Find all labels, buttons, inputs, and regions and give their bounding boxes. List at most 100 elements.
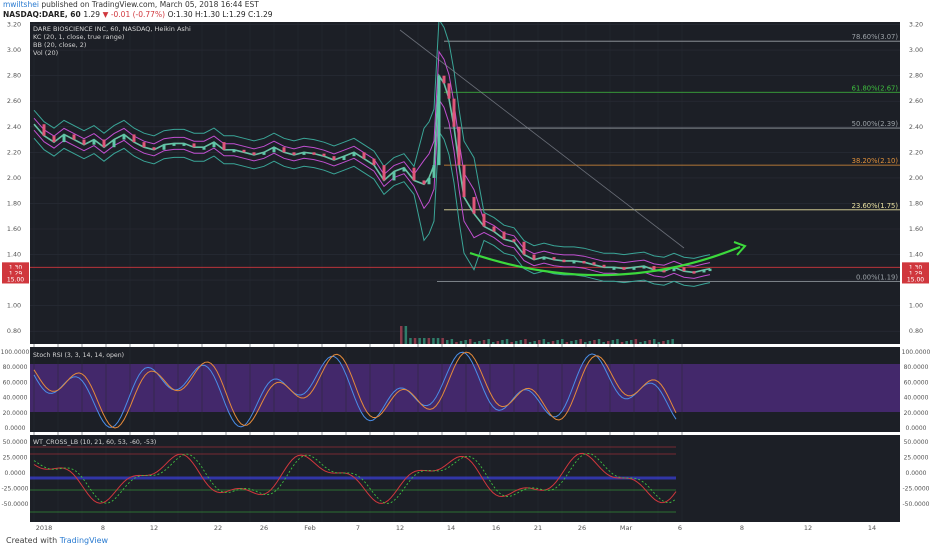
- published-text: published on TradingView.com, March 05, …: [41, 0, 259, 9]
- price-candle: [682, 267, 686, 272]
- stoch-tick-right: 0.0000: [906, 425, 927, 432]
- price-candle: [632, 267, 636, 270]
- price-tick-left: 3.20: [7, 22, 21, 29]
- price-tick-right: 2.20: [909, 148, 923, 156]
- tradingview-link[interactable]: TradingView: [60, 536, 108, 545]
- wt-tick-right: -50.0000: [903, 501, 930, 508]
- price-tag-text: 15.00: [7, 276, 24, 283]
- price-candle: [452, 98, 456, 127]
- price-candle: [262, 152, 266, 155]
- chart-footer: Created with TradingView: [0, 534, 932, 550]
- price-candle: [272, 147, 276, 153]
- price-tick-left: 1.00: [7, 302, 21, 310]
- price-candle: [82, 139, 86, 145]
- stoch-tick-left: 40.0000: [3, 395, 28, 402]
- price-candle: [62, 134, 66, 143]
- price-candle: [422, 180, 426, 185]
- legend-kc: KC (20, 1, close, true range): [33, 33, 124, 41]
- price-candle: [132, 134, 136, 143]
- price-tag-text: 15.00: [907, 276, 924, 283]
- price-candle: [72, 134, 76, 140]
- stoch-tick-left: 80.0000: [3, 364, 28, 371]
- price-candle: [427, 177, 431, 185]
- price-candle: [352, 152, 356, 157]
- price-tick-left: 1.80: [7, 199, 21, 207]
- volume-bar: [423, 338, 426, 344]
- stoch-tick-left: 0.0000: [5, 425, 26, 432]
- price-tick-left: 2.60: [7, 97, 21, 105]
- price-tick-left: 2.40: [7, 123, 21, 131]
- price-candle: [432, 165, 436, 178]
- price-candle: [582, 260, 586, 264]
- volume-bar: [501, 340, 504, 344]
- price-candle: [542, 257, 546, 260]
- price-tick-right: 2.40: [909, 123, 923, 131]
- price-candle: [282, 147, 286, 153]
- price-candle: [642, 266, 646, 269]
- price-candle: [602, 264, 606, 268]
- time-axis-label: 21: [534, 524, 542, 532]
- volume-bar: [459, 341, 463, 344]
- price-candle: [112, 139, 116, 148]
- volume-bar: [616, 339, 619, 344]
- volume-bar: [547, 342, 550, 344]
- price-candle: [482, 213, 486, 227]
- price-candle: [362, 152, 366, 159]
- price-candle: [442, 75, 446, 84]
- price-tick-left: 2.00: [7, 174, 21, 182]
- price-candle: [222, 142, 226, 150]
- time-axis-label: 6: [678, 524, 682, 532]
- stoch-band: [30, 364, 900, 412]
- price-tick-right: 1.00: [909, 302, 923, 310]
- price-candle: [152, 147, 156, 150]
- price-tick-right: 2.80: [909, 72, 923, 80]
- price-candle: [412, 167, 416, 181]
- chart-screenshot: { "header": { "author": "mwiltshei", "pu…: [0, 0, 932, 550]
- volume-bar: [482, 340, 486, 344]
- volume-bar: [469, 339, 472, 344]
- stoch-tick-left: 20.0000: [3, 410, 28, 417]
- volume-bar: [441, 338, 444, 344]
- volume-bar: [538, 340, 541, 344]
- volume-bar: [404, 326, 408, 344]
- price-tick-right: 2.00: [909, 174, 923, 182]
- volume-bar: [409, 338, 412, 344]
- volume-bar: [510, 342, 513, 344]
- symbol-label: NASDAQ:DARE, 60: [3, 10, 81, 19]
- price-tick-right: 1.60: [909, 225, 923, 233]
- wt-tick-left: 0.0000: [5, 470, 26, 477]
- volume-bar: [487, 339, 490, 344]
- volume-bar: [464, 340, 467, 344]
- price-candle: [572, 260, 576, 264]
- volume-bar: [505, 339, 509, 344]
- volume-bar: [630, 340, 633, 344]
- legend-title: DARE BIOSCIENCE INC, 60, NASDAQ, Heikin …: [33, 25, 191, 33]
- wt-tick-left: 50.0000: [3, 439, 28, 446]
- volume-bar: [593, 340, 596, 344]
- price-candle: [42, 124, 46, 136]
- volume-bar: [524, 339, 527, 344]
- volume-bar: [584, 342, 587, 344]
- price-candle: [182, 143, 186, 146]
- chart-canvas[interactable]: 78.60%(3.07) 61.80%(2.67) 50.00%(2.39) 38.2…: [0, 22, 932, 534]
- author-link[interactable]: mwiltshei: [3, 0, 39, 9]
- volume-bar: [611, 340, 615, 344]
- volume-bar: [413, 338, 417, 344]
- volume-bar: [418, 338, 421, 344]
- time-axis-label: 8: [101, 524, 105, 532]
- price-tick-right: 2.60: [909, 97, 923, 105]
- price-candle: [242, 149, 246, 153]
- price-candle: [492, 226, 496, 232]
- price-candle: [402, 167, 406, 172]
- price-candle: [447, 83, 451, 99]
- price-candle: [142, 142, 146, 148]
- price-candle: [652, 266, 656, 270]
- fib-label: 61.80%(2.67): [852, 84, 899, 92]
- chart-header: mwiltshei published on TradingView.com, …: [0, 0, 932, 22]
- price-tick-left: 1.60: [7, 225, 21, 233]
- publish-line: mwiltshei published on TradingView.com, …: [3, 0, 259, 9]
- price-tick-left: 3.00: [7, 46, 21, 54]
- legend-vol: Vol (20): [33, 49, 58, 57]
- legend-bb: BB (20, close, 2): [33, 41, 86, 49]
- price-tick-right: 1.40: [909, 251, 923, 259]
